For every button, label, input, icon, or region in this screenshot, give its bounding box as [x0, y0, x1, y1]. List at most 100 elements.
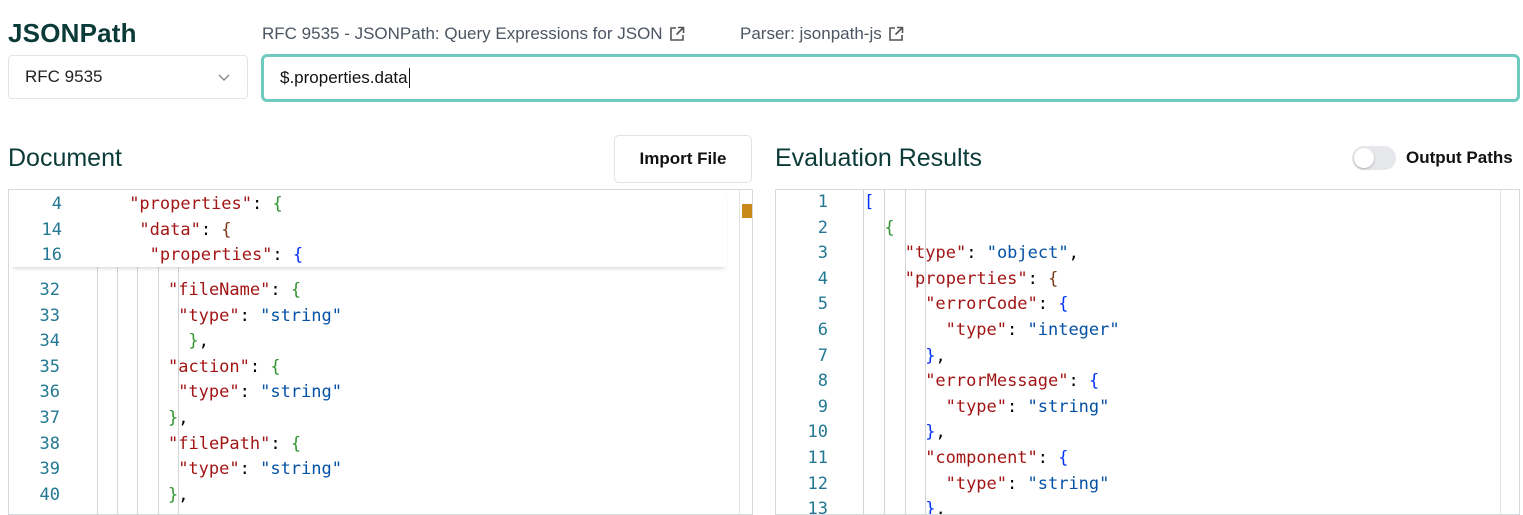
- code-line: 36 "type": "string": [9, 380, 752, 406]
- json-bracket: {: [290, 433, 302, 454]
- code-line: 39 "type": "string": [9, 457, 752, 483]
- code-text: "type": "integer": [946, 318, 1120, 344]
- json-punct: ,: [935, 422, 946, 443]
- json-key: "type": [178, 382, 240, 403]
- json-key: "properties": [129, 194, 253, 214]
- json-bracket: {: [1058, 294, 1069, 315]
- line-number: 11: [807, 448, 828, 468]
- scrollbar-track[interactable]: [1500, 190, 1501, 514]
- code-line: 9 "type": "string": [776, 395, 1519, 421]
- json-punct: :: [1027, 268, 1049, 289]
- line-number: 36: [39, 382, 60, 403]
- json-key: "type": [904, 243, 967, 264]
- rfc-link[interactable]: RFC 9535 - JSONPath: Query Expressions f…: [262, 24, 685, 44]
- line-number: 39: [39, 459, 60, 480]
- code-line: 1[: [776, 190, 1519, 216]
- json-punct: :: [200, 219, 222, 240]
- json-string: "string": [1027, 473, 1110, 494]
- line-number: 4: [51, 194, 62, 214]
- parser-link[interactable]: Parser: jsonpath-js: [740, 24, 904, 44]
- code-line: 37},: [9, 406, 752, 432]
- code-text: "action": {: [168, 355, 281, 381]
- json-key: "errorMessage": [925, 371, 1069, 392]
- line-number: 5: [817, 294, 828, 315]
- json-bracket: }: [925, 499, 936, 515]
- line-number: 33: [39, 305, 60, 326]
- code-line: 11 "component": {: [776, 446, 1519, 472]
- json-punct: ,: [178, 484, 189, 505]
- parser-link-label: Parser: jsonpath-js: [740, 24, 882, 43]
- line-number: 7: [817, 345, 828, 366]
- code-text: "component": {: [925, 446, 1068, 472]
- line-number: 40: [39, 484, 60, 505]
- line-number: 14: [41, 219, 62, 240]
- code-line: 40},: [9, 483, 752, 509]
- line-number: 6: [817, 320, 828, 340]
- json-key: "properties": [904, 268, 1028, 289]
- json-punct: ,: [178, 408, 189, 428]
- code-line: 32 "fileName": {: [9, 278, 752, 304]
- code-line: 3 "type": "object",: [776, 241, 1519, 267]
- line-number: 37: [39, 408, 60, 428]
- code-line: 5 "errorCode": {: [776, 292, 1519, 318]
- json-punct: :: [239, 459, 261, 480]
- line-number: 13: [807, 499, 828, 515]
- app-title: JSONPath: [8, 18, 137, 48]
- line-number: 38: [39, 433, 60, 454]
- line-number: 10: [807, 422, 828, 443]
- code-text: "errorCode": {: [925, 292, 1068, 318]
- output-paths-toggle[interactable]: [1352, 146, 1396, 170]
- json-key: "properties": [149, 245, 273, 266]
- code-text: "properties": {: [129, 192, 283, 218]
- code-text: "data": {: [139, 218, 231, 244]
- import-file-button[interactable]: Import File: [614, 135, 752, 183]
- json-key: "type": [945, 473, 1008, 494]
- text-caret: [408, 68, 410, 88]
- json-punct: :: [239, 382, 261, 403]
- results-editor[interactable]: 1[2{3 "type": "object", 4 "properties": {5 "…: [775, 189, 1520, 515]
- line-number: 1: [817, 192, 828, 212]
- output-paths-control[interactable]: Output Paths: [1352, 146, 1513, 170]
- json-punct: :: [1068, 371, 1089, 392]
- code-line: 4 "properties": {: [11, 192, 727, 218]
- json-punct: :: [249, 356, 271, 377]
- code-line: 14 "data": {: [11, 218, 727, 244]
- query-input[interactable]: $.properties.data: [261, 54, 1520, 102]
- document-editor[interactable]: 4 "properties": {14 "data": {16 "properties…: [8, 189, 753, 515]
- json-punct: :: [270, 280, 291, 300]
- line-number: 4: [817, 268, 828, 289]
- json-bracket: {: [272, 194, 283, 214]
- json-bracket: {: [292, 245, 304, 266]
- json-bracket: {: [1058, 448, 1069, 468]
- code-text: "filePath": {: [168, 432, 301, 458]
- json-key: "filePath": [168, 433, 271, 454]
- spec-select-value: RFC 9535: [25, 67, 103, 86]
- line-number: 3: [817, 243, 828, 264]
- json-string: "integer": [1027, 320, 1120, 340]
- json-punct: :: [966, 243, 987, 264]
- code-text: "errorMessage": {: [925, 369, 1099, 395]
- line-number: 34: [39, 331, 60, 352]
- json-bracket: {: [1048, 268, 1059, 289]
- json-key: "type": [178, 459, 240, 480]
- output-paths-label: Output Paths: [1406, 148, 1513, 167]
- json-bracket: }: [168, 408, 179, 428]
- code-text: "fileName": {: [168, 278, 301, 304]
- code-line: 10},: [776, 420, 1519, 446]
- json-punct: :: [270, 433, 291, 454]
- code-text: "type": "string": [946, 395, 1110, 421]
- scrollbar-match-marker: [742, 204, 752, 218]
- code-text: "type": "string": [178, 304, 342, 330]
- json-bracket: {: [1088, 371, 1100, 392]
- code-line: 13},: [776, 497, 1519, 515]
- json-key: "data": [139, 219, 201, 240]
- json-string: "string": [260, 459, 342, 480]
- spec-select[interactable]: RFC 9535: [8, 55, 248, 99]
- json-punct: ,: [198, 331, 209, 352]
- scrollbar-track[interactable]: [739, 190, 740, 514]
- json-punct: :: [1007, 396, 1028, 417]
- code-line: 12 "type": "string": [776, 472, 1519, 498]
- code-line: 4 "properties": {: [776, 267, 1519, 293]
- line-number: 12: [807, 473, 828, 494]
- json-punct: :: [239, 305, 261, 326]
